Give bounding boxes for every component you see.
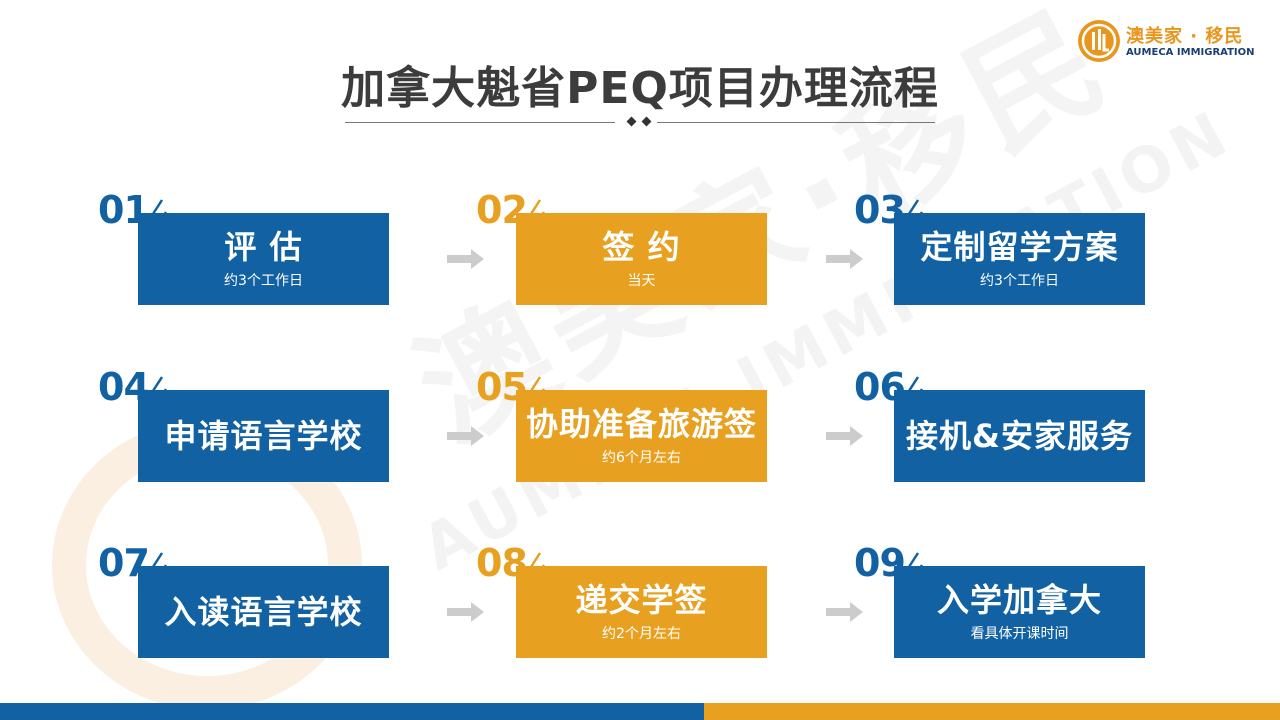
step-title: 协助准备旅游签 xyxy=(525,405,757,443)
step-box: 入学加拿大看具体开课时间 xyxy=(894,566,1145,658)
step-title: 签 约 xyxy=(602,228,681,266)
step-duration: 约2个月左右 xyxy=(602,626,681,642)
process-step-02: 02 签 约当天 xyxy=(476,188,768,308)
step-box: 申请语言学校 xyxy=(138,390,389,482)
step-duration: 约6个月左右 xyxy=(602,450,681,466)
step-box: 递交学签约2个月左右 xyxy=(516,566,767,658)
step-title: 申请语言学校 xyxy=(164,417,363,455)
process-step-05: 05 协助准备旅游签 约6个月左右 xyxy=(476,365,768,485)
step-title: 评 估 xyxy=(224,228,303,266)
process-step-04: 04 申请语言学校 xyxy=(98,365,390,485)
step-duration: 当天 xyxy=(627,273,656,289)
process-step-06: 06 接机&安家服务 xyxy=(854,365,1146,485)
step-title: 入学加拿大 xyxy=(936,581,1102,619)
flow-arrow-icon xyxy=(447,602,484,622)
flow-arrow-icon xyxy=(826,602,863,622)
step-box: 入读语言学校 xyxy=(138,566,389,658)
step-box: 定制留学方案约3个工作日 xyxy=(894,213,1145,305)
step-box: 接机&安家服务 xyxy=(894,390,1145,482)
step-duration: 约3个工作日 xyxy=(224,273,303,289)
process-step-07: 07 入读语言学校 xyxy=(98,541,390,661)
step-box: 评 估约3个工作日 xyxy=(138,213,389,305)
flow-arrow-icon xyxy=(826,426,863,446)
process-step-03: 03 定制留学方案 约3个工作日 xyxy=(854,188,1146,308)
process-step-09: 09 入学加拿大 看具体开课时间 xyxy=(854,541,1146,661)
page-title: 加拿大魁省PEQ项目办理流程 xyxy=(341,63,939,114)
process-step-01: 01 评 估约3个工作日 xyxy=(98,188,390,308)
step-duration: 看具体开课时间 xyxy=(970,626,1069,642)
process-step-08: 08 递交学签 约2个月左右 xyxy=(476,541,768,661)
bottom-band xyxy=(0,703,1280,720)
step-title: 递交学签 xyxy=(575,581,708,619)
step-title: 入读语言学校 xyxy=(164,593,363,631)
step-duration: 约3个工作日 xyxy=(980,273,1059,289)
step-box: 签 约当天 xyxy=(516,213,767,305)
step-title: 接机&安家服务 xyxy=(906,417,1133,455)
logo-text-cn: 澳美家 · 移民 xyxy=(1126,26,1244,47)
step-box: 协助准备旅游签约6个月左右 xyxy=(516,390,767,482)
flow-arrow-icon xyxy=(447,426,484,446)
flow-arrow-icon xyxy=(447,249,484,269)
flow-arrow-icon xyxy=(826,249,863,269)
title-divider xyxy=(345,116,935,127)
step-title: 定制留学方案 xyxy=(920,228,1119,266)
